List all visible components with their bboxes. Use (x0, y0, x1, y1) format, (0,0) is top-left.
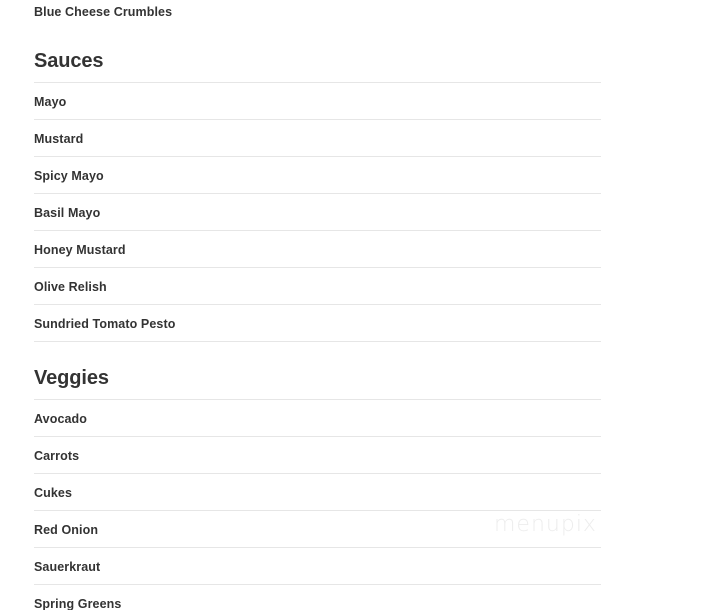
item-label: Basil Mayo (34, 205, 101, 220)
list-item[interactable]: Mustard (34, 119, 601, 156)
item-list-veggies: Avocado Carrots Cukes Red Onion Sauerkra… (34, 399, 601, 610)
item-label: Cukes (34, 485, 73, 500)
item-label: Carrots (34, 448, 80, 463)
list-item[interactable]: Sundried Tomato Pesto (34, 304, 601, 342)
item-label: Mustard (34, 131, 84, 146)
menu-content-column: Blue Cheese Crumbles Sauces Mayo Mustard… (34, 0, 601, 610)
item-list-sauces: Mayo Mustard Spicy Mayo Basil Mayo Honey… (34, 82, 601, 342)
list-item[interactable]: Carrots (34, 436, 601, 473)
item-label: Olive Relish (34, 279, 107, 294)
item-label: Avocado (34, 411, 88, 426)
item-label: Mayo (34, 94, 67, 109)
list-item[interactable]: Red Onion (34, 510, 601, 547)
list-item[interactable]: Spring Greens (34, 584, 601, 610)
page-root: Blue Cheese Crumbles Sauces Mayo Mustard… (0, 0, 728, 610)
section-heading: Sauces (34, 50, 104, 72)
menu-section-veggies: Veggies Avocado Carrots Cukes Red Onion … (34, 342, 601, 610)
list-item[interactable]: Sauerkraut (34, 547, 601, 584)
menu-section-sauces: Sauces Mayo Mustard Spicy Mayo Basil May… (34, 25, 601, 342)
item-label: Honey Mustard (34, 242, 126, 257)
list-item[interactable]: Honey Mustard (34, 230, 601, 267)
list-item[interactable]: Avocado (34, 399, 601, 436)
list-item[interactable]: Blue Cheese Crumbles (34, 0, 601, 25)
list-item[interactable]: Olive Relish (34, 267, 601, 304)
section-heading: Veggies (34, 367, 109, 389)
item-label: Sauerkraut (34, 559, 101, 574)
item-label: Red Onion (34, 522, 99, 537)
list-item[interactable]: Basil Mayo (34, 193, 601, 230)
list-item[interactable]: Cukes (34, 473, 601, 510)
item-label: Sundried Tomato Pesto (34, 316, 176, 331)
item-label: Spicy Mayo (34, 168, 104, 183)
item-label: Spring Greens (34, 596, 122, 610)
list-item[interactable]: Mayo (34, 82, 601, 119)
item-label: Blue Cheese Crumbles (34, 5, 173, 20)
list-item[interactable]: Spicy Mayo (34, 156, 601, 193)
